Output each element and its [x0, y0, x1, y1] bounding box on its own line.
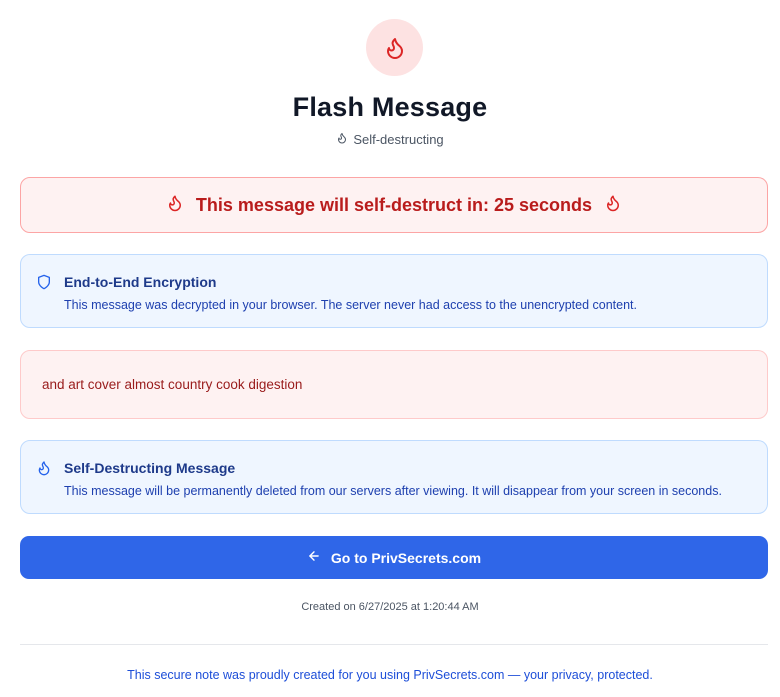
arrow-left-icon: [307, 549, 321, 566]
flame-icon: [166, 194, 184, 217]
go-button-label: Go to PrivSecrets.com: [330, 549, 482, 566]
footer-text-before: This secure note was proudly created for…: [127, 668, 414, 682]
flame-icon: [36, 459, 52, 482]
encryption-notice-text: This message was decrypted in your brows…: [64, 298, 637, 312]
encryption-notice-title: End-to-End Encryption: [64, 274, 217, 290]
go-to-privsecrets-button[interactable]: Go to PrivSecrets.com: [20, 536, 768, 579]
footer-text-after: — your privacy, protected.: [504, 668, 653, 682]
created-timestamp: Created on 6/27/2025 at 1:20:44 AM: [301, 601, 479, 613]
encryption-notice: End-to-End Encryption This message was d…: [20, 254, 768, 328]
self-destruct-notice-text: This message will be permanently deleted…: [64, 484, 722, 498]
countdown-banner: This message will self-destruct in: 25 s…: [20, 177, 768, 233]
subtitle: Self-destructing: [0, 132, 780, 147]
flame-icon: [336, 132, 348, 147]
countdown-text: This message will self-destruct in: 25 s…: [195, 194, 593, 215]
message-content: and art cover almost country cook digest…: [42, 377, 303, 392]
message-content-box: and art cover almost country cook digest…: [20, 350, 768, 419]
self-destruct-notice-title: Self-Destructing Message: [64, 460, 236, 476]
shield-icon: [36, 273, 52, 296]
flame-icon: [604, 194, 622, 217]
flame-icon: [366, 19, 423, 76]
flash-message-page: Flash Message Self-destructing This mess…: [0, 0, 780, 697]
divider: [20, 644, 768, 645]
page-title: Flash Message: [292, 92, 488, 122]
footer-link[interactable]: PrivSecrets.com: [413, 668, 504, 682]
footer-text: This secure note was proudly created for…: [0, 668, 780, 682]
subtitle-text: Self-destructing: [353, 132, 444, 147]
self-destruct-notice: Self-Destructing Message This message wi…: [20, 440, 768, 514]
